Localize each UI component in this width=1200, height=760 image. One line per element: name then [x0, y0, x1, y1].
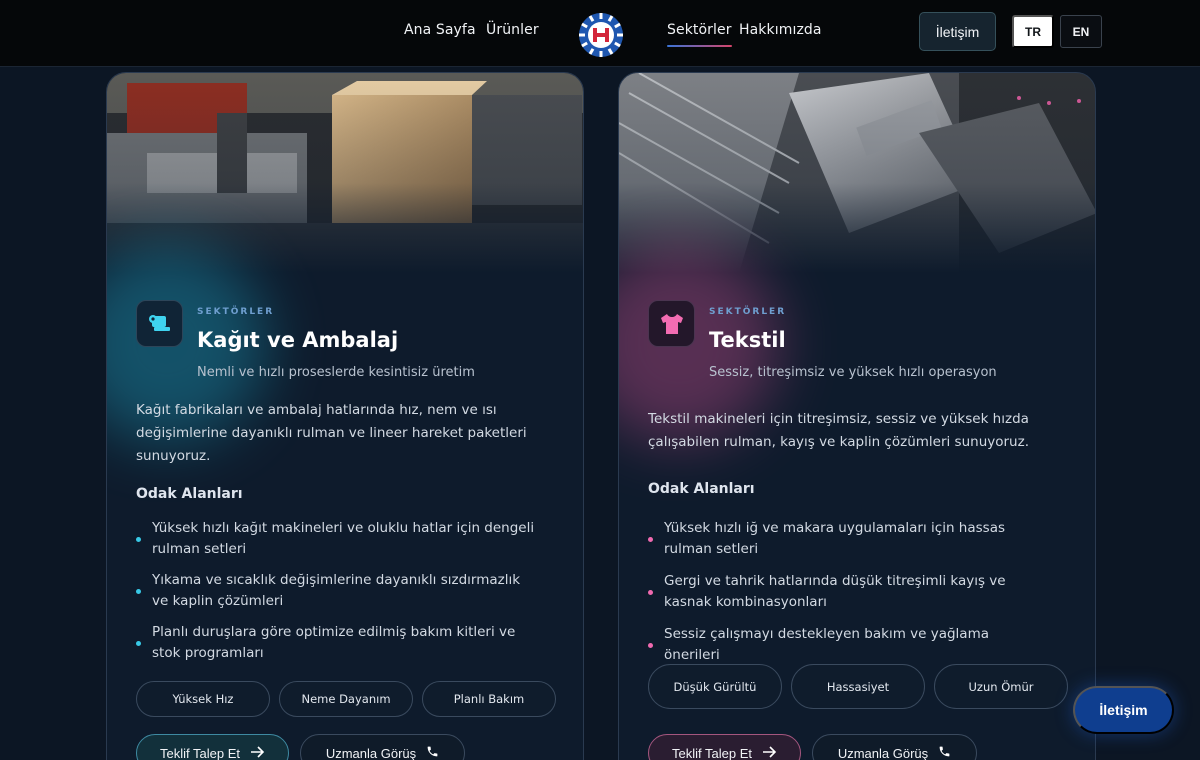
- bullet-dot: [136, 589, 141, 594]
- nav-link-about[interactable]: Hakkımızda: [739, 22, 822, 38]
- tag-low-noise: Düşük Gürültü: [648, 664, 782, 709]
- bullet-dot: [648, 590, 653, 595]
- card-title: Kağıt ve Ambalaj: [197, 328, 399, 352]
- tag-list: Düşük Gürültü Hassasiyet Uzun Ömür: [648, 664, 1068, 709]
- bullet-dot: [136, 641, 141, 646]
- lang-tr-button[interactable]: TR: [1012, 15, 1054, 48]
- tag-long-life: Uzun Ömür: [934, 664, 1068, 709]
- sector-card-paper: SEKTÖRLER Kağıt ve Ambalaj Nemli ve hızl…: [106, 72, 584, 760]
- focus-list: Yüksek hızlı iğ ve makara uygulamaları i…: [648, 518, 1048, 666]
- card-actions: Teklif Talep Et Uzmanla Görüş: [648, 734, 977, 760]
- bullet-dot: [648, 643, 653, 648]
- tag-list: Yüksek Hız Neme Dayanım Planlı Bakım: [136, 681, 556, 717]
- top-navbar: Ana Sayfa Ürünler Sektörler Hakkımızda İ…: [0, 0, 1200, 67]
- nav-link-home[interactable]: Ana Sayfa: [404, 22, 476, 38]
- card-subtitle: Nemli ve hızlı proseslerde kesintisiz ür…: [197, 365, 475, 380]
- nav-link-products[interactable]: Ürünler: [486, 22, 539, 38]
- list-item: Yüksek hızlı iğ ve makara uygulamaları i…: [648, 518, 1048, 560]
- tshirt-icon: [648, 300, 695, 347]
- brand-logo[interactable]: [578, 12, 624, 58]
- arrow-right-icon: [762, 745, 777, 760]
- card-subtitle: Sessiz, titreşimsiz ve yüksek hızlı oper…: [709, 365, 997, 380]
- lang-en-button[interactable]: EN: [1060, 15, 1102, 48]
- nav-link-sectors[interactable]: Sektörler: [667, 22, 732, 47]
- bullet-dot: [648, 537, 653, 542]
- contact-button[interactable]: İletişim: [919, 12, 996, 51]
- list-item: Yıkama ve sıcaklık değişimlerine dayanık…: [136, 570, 536, 612]
- tag-planned-maintenance: Planlı Bakım: [422, 681, 556, 717]
- card-description: Kağıt fabrikaları ve ambalaj hatlarında …: [136, 402, 527, 464]
- talk-to-expert-button[interactable]: Uzmanla Görüş: [300, 734, 465, 760]
- focus-heading: Odak Alanları: [136, 486, 243, 502]
- card-title: Tekstil: [709, 328, 786, 352]
- request-quote-button[interactable]: Teklif Talep Et: [648, 734, 801, 760]
- focus-heading: Odak Alanları: [648, 481, 755, 497]
- phone-icon: [938, 745, 951, 760]
- bullet-dot: [136, 537, 141, 542]
- card-description: Tekstil makineleri için titreşimsiz, ses…: [648, 411, 1029, 450]
- list-item: Planlı duruşlara göre optimize edilmiş b…: [136, 622, 536, 664]
- arrow-right-icon: [250, 745, 265, 760]
- list-item: Yüksek hızlı kağıt makineleri ve oluklu …: [136, 518, 536, 560]
- list-item: Gergi ve tahrik hatlarında düşük titreşi…: [648, 571, 1048, 613]
- tag-high-speed: Yüksek Hız: [136, 681, 270, 717]
- tag-moisture-resistance: Neme Dayanım: [279, 681, 413, 717]
- card-eyebrow: SEKTÖRLER: [197, 307, 275, 317]
- card-eyebrow: SEKTÖRLER: [709, 307, 787, 317]
- floating-contact-button[interactable]: İletişim: [1073, 686, 1174, 734]
- tag-precision: Hassasiyet: [791, 664, 925, 709]
- list-item: Sessiz çalışmayı destekleyen bakım ve ya…: [648, 624, 1048, 666]
- focus-list: Yüksek hızlı kağıt makineleri ve oluklu …: [136, 518, 536, 664]
- talk-to-expert-button[interactable]: Uzmanla Görüş: [812, 734, 977, 760]
- sector-card-textile: SEKTÖRLER Tekstil Sessiz, titreşimsiz ve…: [618, 72, 1096, 760]
- card-actions: Teklif Talep Et Uzmanla Görüş: [136, 734, 465, 760]
- request-quote-button[interactable]: Teklif Talep Et: [136, 734, 289, 760]
- paper-roll-icon: [136, 300, 183, 347]
- phone-icon: [426, 745, 439, 760]
